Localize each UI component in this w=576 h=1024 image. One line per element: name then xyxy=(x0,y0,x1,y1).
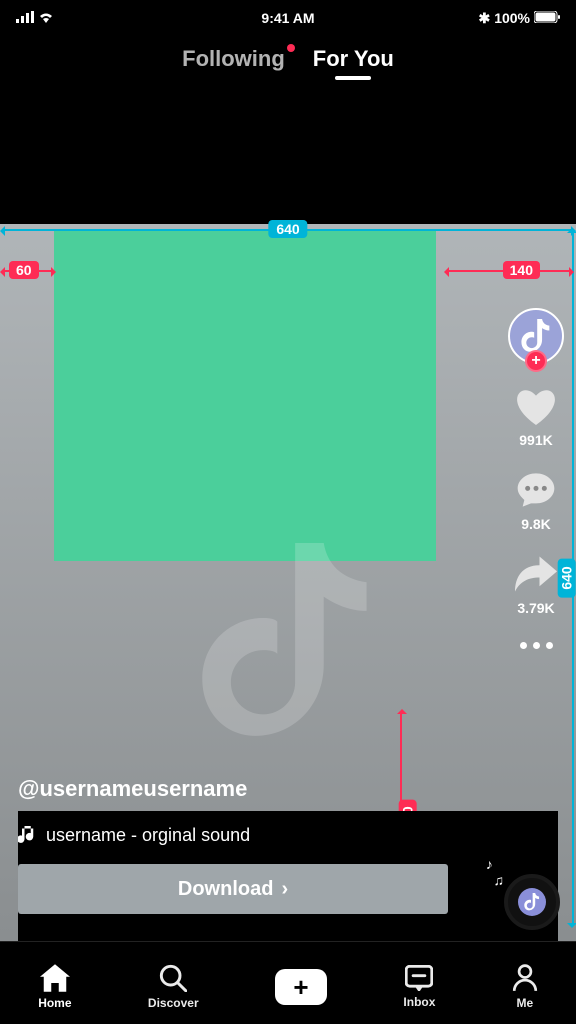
battery-icon xyxy=(534,10,560,26)
music-note-icon xyxy=(18,826,36,846)
inbox-icon xyxy=(405,965,433,991)
dimension-width: 640 xyxy=(2,229,574,231)
action-sidebar: + 991K 9.8K 3.79K xyxy=(508,308,564,649)
like-button[interactable]: 991K xyxy=(514,384,558,448)
sound-cta-area: username - orginal sound Download › xyxy=(18,811,558,941)
tiktok-watermark-icon xyxy=(198,543,378,743)
chevron-right-icon: › xyxy=(281,878,288,901)
wifi-icon xyxy=(38,10,54,26)
nav-inbox[interactable]: Inbox xyxy=(403,965,435,1009)
nav-discover[interactable]: Discover xyxy=(148,964,199,1010)
safe-zone-overlay xyxy=(54,229,436,561)
dimension-height: 640 xyxy=(572,230,574,926)
comment-icon xyxy=(515,470,557,510)
music-notes-icon: ♪ ♫ xyxy=(486,856,504,888)
dimension-margin-left: 60 xyxy=(2,270,54,272)
profile-icon xyxy=(512,964,538,992)
home-icon xyxy=(40,964,70,992)
more-options-icon[interactable] xyxy=(520,642,553,649)
search-icon xyxy=(159,964,187,992)
share-icon xyxy=(515,556,557,592)
status-time: 9:41 AM xyxy=(261,10,314,26)
nav-me[interactable]: Me xyxy=(512,964,538,1010)
bluetooth-icon: ✱ xyxy=(478,10,490,27)
create-button[interactable]: + xyxy=(275,969,327,1005)
heart-icon xyxy=(515,387,557,425)
like-count: 991K xyxy=(519,432,552,448)
feed-tabs: Following For You xyxy=(0,36,576,88)
tab-following[interactable]: Following xyxy=(182,46,285,72)
plus-icon: + xyxy=(293,972,308,1003)
comment-button[interactable]: 9.8K xyxy=(514,468,558,532)
dimension-margin-right: 140 xyxy=(446,270,572,272)
share-count: 3.79K xyxy=(517,600,554,616)
bottom-nav: Home Discover + Inbox Me xyxy=(0,941,576,1024)
cta-download-button[interactable]: Download › xyxy=(18,864,448,914)
tab-for-you[interactable]: For You xyxy=(313,46,394,72)
signal-icon xyxy=(16,10,34,26)
sound-label[interactable]: username - orginal sound xyxy=(18,811,558,846)
creator-avatar[interactable]: + xyxy=(508,308,564,364)
tiktok-icon xyxy=(521,319,551,353)
nav-home[interactable]: Home xyxy=(38,964,71,1010)
creator-username[interactable]: @usernameusername xyxy=(18,776,436,802)
battery-percent: 100% xyxy=(494,10,530,26)
share-button[interactable]: 3.79K xyxy=(514,552,558,616)
follow-plus-icon[interactable]: + xyxy=(525,350,547,372)
status-bar: 9:41 AM ✱ 100% xyxy=(0,0,576,36)
tiktok-icon xyxy=(524,893,540,911)
sound-disc[interactable] xyxy=(504,874,560,930)
nav-create[interactable]: + xyxy=(275,969,327,1005)
notification-dot xyxy=(287,44,295,52)
comment-count: 9.8K xyxy=(521,516,551,532)
